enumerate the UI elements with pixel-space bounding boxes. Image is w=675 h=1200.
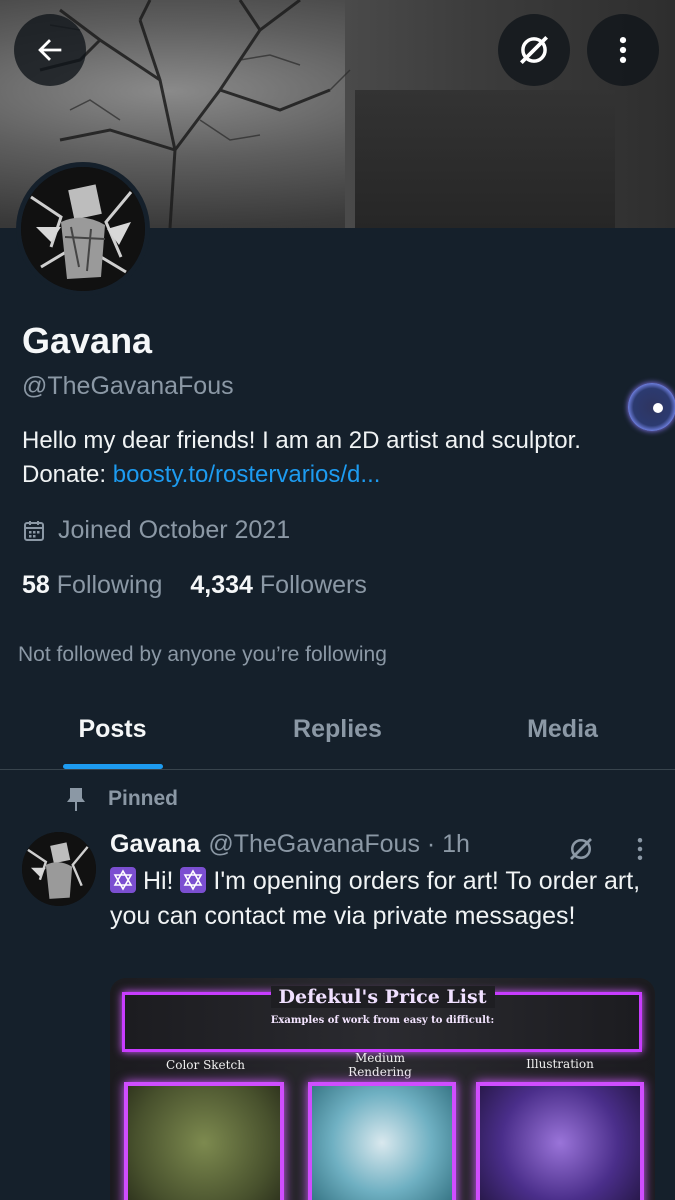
profile-handle: @TheGavanaFous — [22, 372, 234, 400]
profile-avatar[interactable] — [16, 162, 150, 296]
joined-text: Joined October 2021 — [58, 516, 291, 544]
star-of-david-icon — [110, 867, 136, 893]
grok-button[interactable] — [498, 14, 570, 86]
tab-replies[interactable]: Replies — [225, 690, 450, 769]
followers-count: 4,334 — [190, 571, 253, 599]
back-button[interactable] — [14, 14, 86, 86]
grok-icon — [519, 35, 549, 65]
grok-icon — [570, 838, 592, 860]
column-label-illustration: Illustration — [526, 1057, 594, 1071]
illustration-sample — [476, 1082, 644, 1200]
post-author-handle-time: @TheGavanaFous · 1h — [208, 830, 470, 858]
following-link[interactable]: 58 Following — [22, 571, 162, 600]
post-avatar-artwork — [22, 832, 96, 906]
tab-replies-label: Replies — [293, 715, 382, 743]
profile-name: Gavana — [22, 320, 153, 361]
post-media-image[interactable]: Defekul's Price List Examples of work fr… — [110, 978, 655, 1200]
profile-tabs: Posts Replies Media — [0, 690, 675, 770]
active-tab-indicator — [62, 764, 163, 769]
column-label-color-sketch: Color Sketch — [166, 1058, 245, 1072]
tab-posts-label: Posts — [78, 715, 147, 743]
post-author-avatar[interactable] — [22, 832, 96, 906]
pin-icon — [67, 788, 85, 811]
tab-media-label: Media — [527, 715, 598, 743]
followers-label: Followers — [259, 571, 367, 599]
tab-posts[interactable]: Posts — [0, 690, 225, 769]
price-list-subtitle: Examples of work from easy to difficult: — [270, 1015, 495, 1026]
tab-media[interactable]: Media — [450, 690, 675, 769]
post-body: Hi! I'm opening orders for art! To order… — [110, 864, 655, 934]
joined-date: Joined October 2021 — [22, 516, 290, 545]
bio-link[interactable]: boosty.to/rostervarios/d... — [113, 461, 381, 488]
follow-stats: 58 Following 4,334 Followers — [22, 571, 367, 600]
column-label-medium-rendering: Medium Rendering — [348, 1051, 412, 1079]
profile-bio: Hello my dear friends! I am an 2D artist… — [22, 424, 662, 492]
more-vertical-icon — [619, 36, 627, 64]
post-author-name[interactable]: Gavana — [110, 830, 200, 859]
following-label: Following — [56, 571, 163, 599]
following-count: 58 — [22, 571, 50, 599]
calendar-icon — [24, 520, 44, 541]
post-header: Gavana @TheGavanaFous · 1h — [110, 830, 470, 859]
price-list-title-text: Defekul's Price List — [270, 986, 495, 1008]
bubble-eye — [653, 403, 663, 413]
followers-link[interactable]: 4,334 Followers — [190, 571, 367, 600]
medium-rendering-sample — [308, 1082, 456, 1200]
more-vertical-icon — [637, 838, 643, 860]
not-followed-notice: Not followed by anyone you’re following — [18, 643, 387, 666]
star-of-david-icon — [180, 867, 207, 893]
pinned-label: Pinned — [108, 787, 179, 810]
more-options-button[interactable] — [587, 14, 659, 86]
price-list-title: Defekul's Price List — [110, 986, 655, 1008]
color-sketch-sample — [124, 1082, 284, 1200]
avatar-artwork — [21, 167, 145, 291]
post-text-part-1: Hi! — [136, 867, 181, 895]
arrow-left-icon — [38, 39, 62, 61]
pinned-indicator: Pinned — [64, 786, 178, 812]
